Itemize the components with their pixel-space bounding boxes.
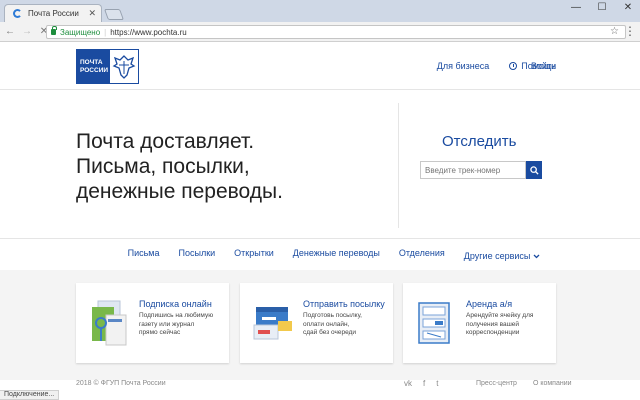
service-other-label: Другие сервисы [463, 251, 531, 261]
maximize-button[interactable]: ☐ [596, 2, 608, 13]
about-link[interactable]: О компании [533, 380, 572, 387]
track-form [420, 161, 542, 179]
lock-icon [51, 26, 57, 35]
hero-divider [398, 103, 399, 228]
card-desc-line: прямо сейчас [139, 329, 181, 336]
card-title: Подписка онлайн [139, 299, 212, 309]
card-desc-line: газету или журнал [139, 320, 195, 328]
service-money-transfers[interactable]: Денежные переводы [293, 248, 380, 264]
card-send-parcel[interactable]: Отправить посылку Подготовь посылку, опл… [240, 283, 393, 363]
logo-line-1: ПОЧТА [80, 59, 103, 66]
hero-line-3: денежные переводы. [76, 180, 283, 203]
card-desc-line: Подготовь посылку, [303, 312, 362, 319]
service-other-dropdown[interactable]: Другие сервисы [464, 248, 541, 264]
footer: 2018 © ФГУП Почта России vk f t Пресс-це… [0, 378, 640, 390]
address-bar[interactable]: Защищено | https://www.pochta.ru ☆ [46, 25, 626, 39]
browser-menu-icon[interactable]: ⋮ [624, 24, 636, 38]
card-title: Отправить посылку [303, 299, 385, 309]
new-tab-button[interactable] [103, 9, 125, 20]
po-box-icon [418, 302, 450, 344]
clock-icon [509, 62, 518, 70]
card-description: Подготовь посылку, оплати онлайн, сдай б… [303, 312, 389, 338]
vk-icon[interactable]: vk [404, 379, 412, 388]
browser-tabstrip: Почта России ✕ — ☐ ✕ [0, 0, 640, 22]
card-title: Аренда а/я [466, 299, 513, 309]
minimize-button[interactable]: — [570, 2, 582, 13]
newspaper-icon [92, 300, 127, 346]
track-search-button[interactable] [526, 161, 542, 179]
pochta-logo[interactable]: ПОЧТА РОССИИ [76, 49, 139, 84]
card-desc-line: сдай без очереди [303, 329, 356, 336]
service-letters[interactable]: Письма [128, 248, 160, 264]
logo-line-2: РОССИИ [80, 67, 109, 74]
card-desc-line: получения вашей [466, 320, 520, 328]
track-title: Отследить [442, 133, 517, 150]
login-link[interactable]: Войти [531, 61, 556, 71]
eagle-emblem-icon [110, 50, 138, 83]
business-link[interactable]: Для бизнеса [437, 61, 490, 71]
twitter-icon[interactable]: t [436, 379, 438, 388]
close-window-button[interactable]: ✕ [622, 2, 634, 13]
social-links: vk f t [404, 379, 438, 388]
service-postcards[interactable]: Открытки [234, 248, 274, 264]
service-parcels[interactable]: Посылки [179, 248, 216, 264]
browser-status-bar: Подключение... [0, 390, 60, 400]
site-header: ПОЧТА РОССИИ Для бизнеса Помощь Войти [0, 43, 640, 90]
hero-line-2: Письма, посылки, [76, 155, 250, 178]
back-button[interactable]: ← [3, 26, 17, 37]
facebook-icon[interactable]: f [423, 379, 425, 388]
card-description: Арендуйте ячейку для получения вашей кор… [466, 312, 552, 338]
logo-text: ПОЧТА РОССИИ [77, 50, 110, 83]
card-desc-line: Подпишись на любимую [139, 312, 214, 319]
hero-section: Почта доставляет. Письма, посылки, денеж… [0, 91, 640, 239]
press-center-link[interactable]: Пресс-центр [476, 380, 517, 387]
copyright: 2018 © ФГУП Почта России [76, 380, 166, 387]
hero-title: Почта доставляет. Письма, посылки, денеж… [76, 129, 283, 204]
url-text[interactable]: https://www.pochta.ru [110, 28, 186, 37]
tab-close-icon[interactable]: ✕ [88, 8, 96, 19]
tab-title: Почта России [28, 9, 79, 18]
service-offices[interactable]: Отделения [399, 248, 445, 264]
browser-toolbar: ← → ✕ Защищено | https://www.pochta.ru ☆ [0, 22, 640, 42]
browser-tab[interactable]: Почта России ✕ [4, 4, 102, 22]
forward-button[interactable]: → [20, 26, 34, 37]
chevron-down-icon [533, 254, 540, 258]
parcel-card-icon [253, 307, 292, 340]
secure-label: Защищено [60, 27, 101, 37]
window-controls: — ☐ ✕ [570, 2, 634, 13]
bookmark-star-icon[interactable]: ☆ [610, 26, 619, 37]
track-number-input[interactable] [420, 161, 526, 179]
search-icon [529, 165, 539, 175]
card-subscription[interactable]: Подписка онлайн Подпишись на любимую газ… [76, 283, 229, 363]
footer-links: Пресс-центр О компании [476, 380, 572, 387]
card-desc-line: корреспонденции [466, 329, 520, 336]
card-desc-line: Арендуйте ячейку для [466, 312, 534, 319]
card-description: Подпишись на любимую газету или журнал п… [139, 312, 225, 338]
services-nav: Письма Посылки Открытки Денежные перевод… [0, 248, 640, 264]
hero-line-1: Почта доставляет. [76, 130, 255, 153]
loading-spinner-icon [13, 9, 22, 18]
card-po-box[interactable]: Аренда а/я Арендуйте ячейку для получени… [403, 283, 556, 363]
card-desc-line: оплати онлайн, [303, 320, 350, 328]
address-separator: | [104, 27, 107, 37]
